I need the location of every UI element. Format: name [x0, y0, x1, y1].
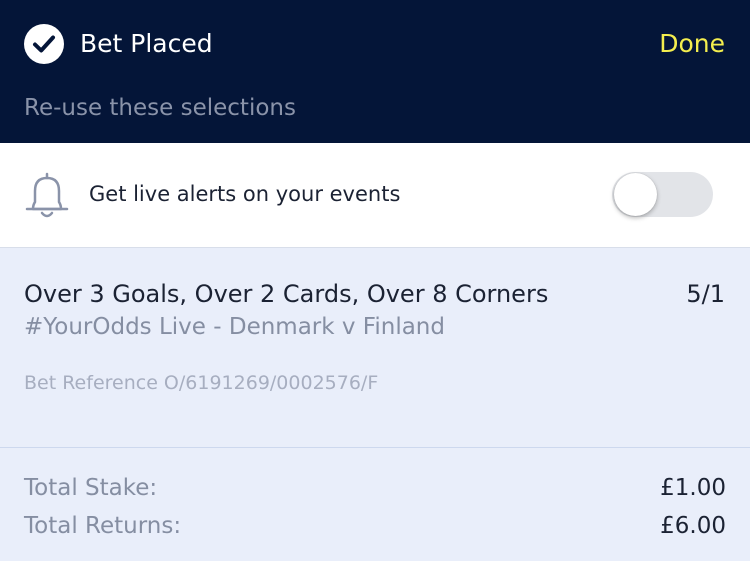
total-stake-value: £1.00 [660, 475, 726, 501]
toggle-knob [614, 173, 657, 216]
total-returns-row: Total Returns: £6.00 [24, 509, 726, 543]
check-circle-icon [24, 24, 64, 64]
total-returns-label: Total Returns: [24, 513, 182, 539]
selection-title: Over 3 Goals, Over 2 Cards, Over 8 Corne… [24, 280, 549, 308]
total-returns-value: £6.00 [660, 513, 726, 539]
total-stake-label: Total Stake: [24, 475, 158, 501]
confirmation-header: Bet Placed Done Re-use these selections [0, 0, 750, 143]
live-alerts-toggle[interactable] [612, 172, 713, 217]
selection-odds: 5/1 [686, 280, 725, 308]
bell-icon [25, 172, 69, 218]
bet-totals: Total Stake: £1.00 Total Returns: £6.00 [0, 448, 750, 561]
bet-selection-panel: Over 3 Goals, Over 2 Cards, Over 8 Corne… [0, 248, 750, 448]
done-button[interactable]: Done [659, 27, 725, 61]
total-stake-row: Total Stake: £1.00 [24, 471, 726, 505]
selection-event: #YourOdds Live - Denmark v Finland [24, 314, 445, 340]
live-alerts-row: Get live alerts on your events [0, 143, 750, 248]
live-alerts-label: Get live alerts on your events [89, 182, 401, 206]
reuse-selections-link[interactable]: Re-use these selections [24, 92, 296, 124]
bet-reference: Bet Reference O/6191269/0002576/F [24, 372, 379, 394]
bet-placed-title: Bet Placed [80, 29, 213, 58]
